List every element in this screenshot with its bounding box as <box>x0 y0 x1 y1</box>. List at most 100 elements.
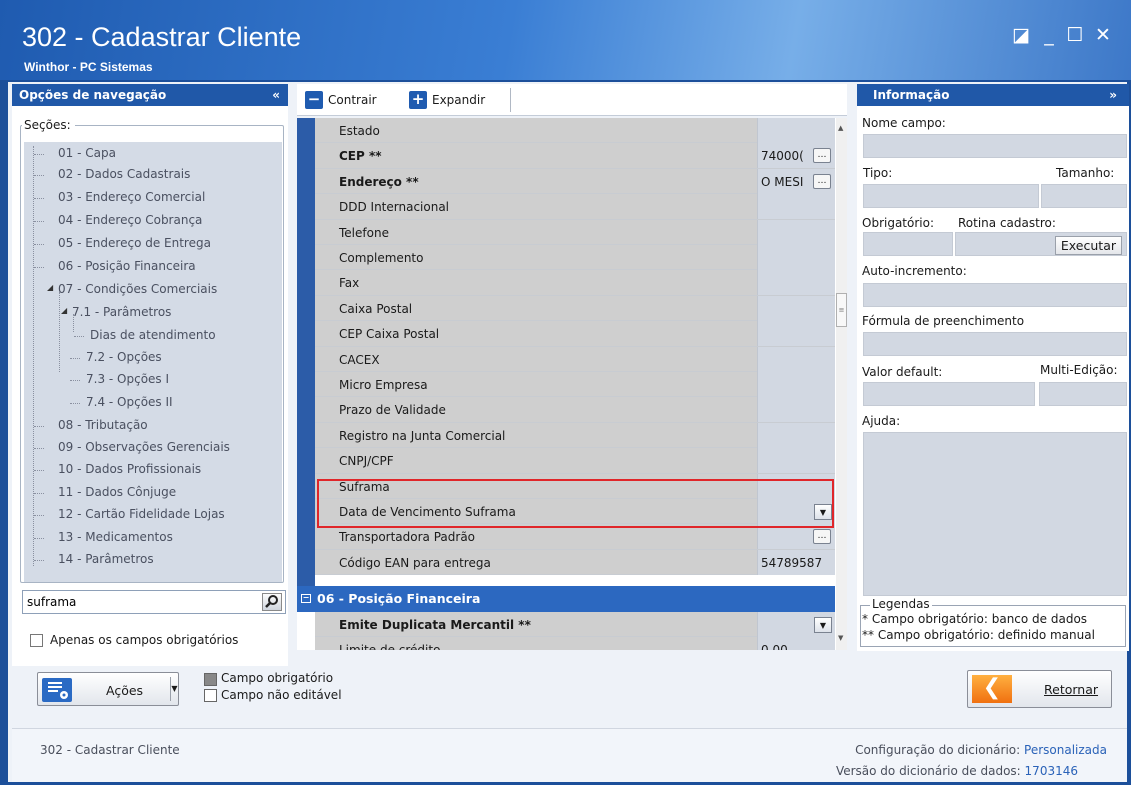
expand-label: Expandir <box>432 93 486 107</box>
search-input[interactable] <box>23 591 243 613</box>
grid-row[interactable]: Emite Duplicata Mercantil ** ▼ <box>315 612 835 638</box>
title-bar[interactable]: 302 - Cadastrar Cliente Winthor - PC Sis… <box>0 0 1131 80</box>
tree-item-endereco-comercial[interactable]: 03 - Endereço Comercial <box>58 190 205 204</box>
retornar-button[interactable]: ❮ Retornar <box>967 670 1112 708</box>
tree-item-tributacao[interactable]: 08 - Tributação <box>58 418 148 432</box>
grid-row[interactable]: Endereço ** O MESI… <box>315 168 835 195</box>
tree-item-cartao-fidelidade[interactable]: 12 - Cartão Fidelidade Lojas <box>58 507 225 521</box>
grid-scrollbar[interactable] <box>836 118 847 650</box>
tree-item-condicoes-comerciais[interactable]: 07 - Condições Comerciais <box>58 282 217 296</box>
grid-row[interactable]: DDD Internacional <box>315 194 835 220</box>
acoes-dropdown-icon[interactable]: ▼ <box>170 677 178 701</box>
grid-row-value[interactable] <box>757 295 835 321</box>
ajuda-field <box>863 432 1127 596</box>
grid-row-value[interactable] <box>757 118 835 143</box>
tree-connector <box>70 403 80 404</box>
scroll-thumb[interactable]: ≡ <box>836 293 847 327</box>
collapse-section-icon[interactable]: − <box>301 594 311 603</box>
collapse-nav-icon[interactable]: « <box>272 84 280 106</box>
chevron-down-icon[interactable]: ▼ <box>814 617 832 633</box>
grid-row-value[interactable] <box>757 422 835 448</box>
grid-row-value[interactable]: 0,00 <box>757 637 835 650</box>
search-icon <box>265 595 278 608</box>
close-button[interactable]: ✕ <box>1092 24 1114 46</box>
tree-item-endereco-entrega[interactable]: 05 - Endereço de Entrega <box>58 236 211 250</box>
ellipsis-button[interactable]: … <box>813 148 831 164</box>
tree-item-parametros-14[interactable]: 14 - Parâmetros <box>58 552 154 566</box>
grid-row-value[interactable]: ▼ <box>757 612 835 637</box>
grid-row-value[interactable] <box>757 245 835 270</box>
only-required-checkbox[interactable] <box>30 634 43 647</box>
auto-incremento-field <box>863 283 1127 307</box>
grid-row-value[interactable] <box>757 448 835 474</box>
grid-row[interactable]: CEP ** 74000(… <box>315 143 835 169</box>
tree-item-capa[interactable]: 01 - Capa <box>58 146 116 160</box>
tree-item-posicao-financeira[interactable]: 06 - Posição Financeira <box>58 259 196 273</box>
tree-connector <box>34 515 44 516</box>
expanded-node-icon[interactable]: ◢ <box>61 306 67 315</box>
collapse-button[interactable]: − Contrair <box>305 91 377 109</box>
grid-row[interactable]: Limite de crédito 0,00 <box>315 637 835 650</box>
tree-item-opcoes-74[interactable]: 7.4 - Opções II <box>86 395 173 409</box>
grid-row[interactable]: Estado <box>315 118 835 144</box>
grid-row-value[interactable] <box>757 372 835 397</box>
grid-row[interactable]: Código EAN para entrega 54789587 <box>315 549 835 576</box>
section-title: 06 - Posição Financeira <box>317 591 481 606</box>
grid-row[interactable]: Caixa Postal <box>315 295 835 322</box>
restore-icon[interactable]: ◪ <box>1010 24 1032 46</box>
expand-info-icon[interactable]: » <box>1109 84 1117 106</box>
grid-row[interactable]: CNPJ/CPF <box>315 448 835 474</box>
grid-row[interactable]: Prazo de Validade <box>315 397 835 423</box>
grid-row-value[interactable] <box>757 194 835 220</box>
tree-item-parametros-71[interactable]: 7.1 - Parâmetros <box>72 305 171 319</box>
tree-item-dados-conjuge[interactable]: 11 - Dados Cônjuge <box>58 485 176 499</box>
grid-row[interactable]: Telefone <box>315 219 835 245</box>
tree-item-medicamentos[interactable]: 13 - Medicamentos <box>58 530 173 544</box>
grid-row-value[interactable]: O MESI… <box>757 168 835 194</box>
grid-row[interactable]: Complemento <box>315 245 835 271</box>
nome-campo-label: Nome campo: <box>862 116 946 130</box>
grid-row-value[interactable] <box>757 346 835 372</box>
expanded-node-icon[interactable]: ◢ <box>47 283 53 292</box>
search-button[interactable] <box>262 593 282 611</box>
grid-row-value[interactable] <box>757 219 835 245</box>
tree-item-opcoes-73[interactable]: 7.3 - Opções I <box>86 372 169 386</box>
grid-row-value[interactable] <box>757 321 835 347</box>
highlight-box <box>317 479 834 528</box>
ajuda-label: Ajuda: <box>862 414 901 428</box>
executar-button[interactable]: Executar <box>1054 236 1122 255</box>
scroll-down-icon[interactable]: ▼ <box>838 634 846 642</box>
grid-row-value[interactable]: 54789587 <box>757 549 835 575</box>
scroll-up-icon[interactable]: ▲ <box>838 124 846 132</box>
formula-label: Fórmula de preenchimento <box>862 314 1025 328</box>
ellipsis-button[interactable]: … <box>813 529 831 545</box>
tree-item-dados-cadastrais[interactable]: 02 - Dados Cadastrais <box>58 167 190 181</box>
tree-item-dias-atendimento[interactable]: Dias de atendimento <box>90 328 216 342</box>
grid-row-value[interactable] <box>757 270 835 296</box>
grid-row[interactable]: Fax <box>315 270 835 296</box>
grid-value-text: 54789587 <box>761 555 823 570</box>
grid-row-value[interactable]: 74000( … <box>757 143 835 169</box>
ellipsis-button[interactable]: … <box>813 173 831 189</box>
expand-button[interactable]: + Expandir <box>409 91 485 109</box>
tree-item-opcoes-72[interactable]: 7.2 - Opções <box>86 350 162 364</box>
tree-item-observacoes[interactable]: 09 - Observações Gerenciais <box>58 440 230 454</box>
minimize-button[interactable]: _ <box>1038 24 1060 46</box>
grid-row[interactable]: CACEX <box>315 346 835 372</box>
grid-row[interactable]: Registro na Junta Comercial <box>315 422 835 449</box>
grid-row-value[interactable]: … <box>757 524 835 550</box>
grid-row[interactable]: Transportadora Padrão… <box>315 524 835 550</box>
grid-section-header[interactable]: − 06 - Posição Financeira <box>297 586 835 612</box>
acoes-button[interactable]: Ações ▼ <box>37 672 179 706</box>
section-rows: Emite Duplicata Mercantil ** ▼ Limite de c… <box>315 612 835 650</box>
grid-row-value[interactable] <box>757 397 835 423</box>
grid-row[interactable]: Micro Empresa <box>315 372 835 398</box>
grid-value-text: 74000( <box>761 149 804 164</box>
tamanho-label: Tamanho: <box>1056 166 1115 180</box>
maximize-button[interactable]: ☐ <box>1064 24 1086 46</box>
status-config: Configuração do dicionário: Personalizad… <box>855 743 1107 757</box>
tree-item-dados-profissionais[interactable]: 10 - Dados Profissionais <box>58 462 201 476</box>
tree-connector <box>34 221 44 222</box>
tree-item-endereco-cobranca[interactable]: 04 - Endereço Cobrança <box>58 213 202 227</box>
grid-row[interactable]: CEP Caixa Postal <box>315 321 835 347</box>
